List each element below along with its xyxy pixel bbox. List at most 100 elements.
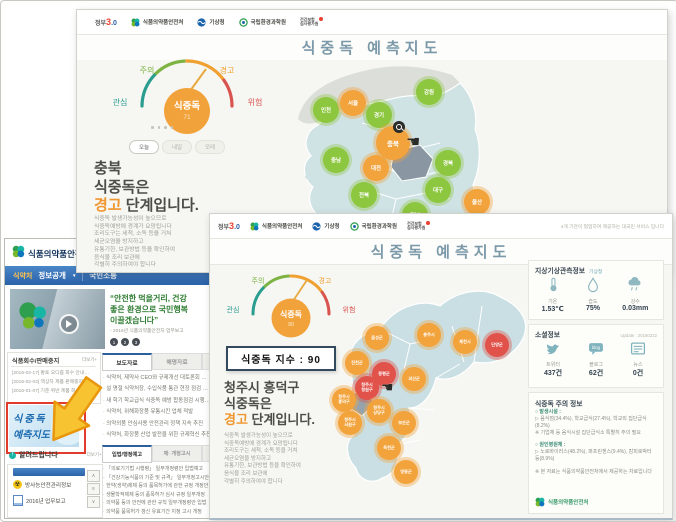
district-marker-yeongdong[interactable]: 영동군 (394, 460, 418, 484)
mfds-logo[interactable]: 식품의약품안전처 (250, 222, 302, 231)
nier-logo[interactable]: 국립환경과학원 (239, 18, 286, 27)
notice-banner-sliver[interactable] (13, 468, 85, 476)
region-marker-chungnam[interactable]: 충남 (323, 147, 349, 173)
district-marker-cheongwon[interactable]: 청주시 청원구 (355, 376, 379, 400)
carousel-dots (151, 126, 173, 129)
social-twitter: 트위터 437건 (544, 341, 562, 378)
headline-region: 청주시 흥덕구 (224, 380, 315, 396)
video-thumbnail[interactable] (10, 289, 105, 349)
document-icon (13, 495, 23, 506)
building-logo-icon (16, 299, 50, 333)
play-button[interactable] (59, 314, 79, 334)
news-item[interactable]: 의약외품 안심사용 안전관리 정책 지속 추진 (103, 419, 211, 430)
tab-clarifications[interactable]: 해명자료 (152, 353, 202, 370)
tab-today[interactable]: 오늘 (129, 140, 159, 154)
law-item[interactable]: 한약(생약)제제 등의 품목허가에 관한 규정 개정안 (103, 482, 211, 491)
recall-title: 식품회수/판매중지 (12, 356, 59, 365)
hira-logo[interactable]: 건강보험심사평가원 (300, 18, 323, 27)
region-marker-seoul[interactable]: 서울 (340, 90, 366, 116)
gauge-label-caution: 주의 (252, 276, 265, 285)
headline-subject: 식중독은 (94, 179, 199, 198)
news-item[interactable]: 식약처, 화장품 산업 발전을 위한 규제혁신 추진 (103, 430, 211, 441)
gov30-logo[interactable]: 정부3.0 (218, 221, 240, 231)
district-marker-seowon[interactable]: 청주시 서원구 (338, 411, 362, 435)
notice-item[interactable]: 방사능안전관리정보 (25, 481, 71, 489)
nav-item-info[interactable]: 정보공개 (38, 270, 66, 281)
region-marker-chungbuk-selected[interactable]: 충북 (376, 126, 410, 160)
law-item[interactable]: 생물학적제제 등의 품목허가 심사 규정 일부개정 (103, 491, 211, 500)
district-marker-heungdeok[interactable]: 청주시 흥덕구 (332, 388, 356, 412)
radiation-icon: ☢ (13, 480, 22, 489)
gauge-label-interest: 관심 (113, 97, 128, 107)
news-item[interactable]: 식약처, 위해화장품 유통시킨 업체 적발 (103, 407, 211, 418)
district-marker-jincheon[interactable]: 진천군 (345, 351, 369, 375)
district-marker-okcheon[interactable]: 옥천군 (377, 436, 401, 460)
description-line: 유통기한, 보관방법 등을 확인하여 (94, 247, 175, 255)
notice-more-link[interactable]: 더보기+ (87, 452, 102, 458)
region-marker-incheon[interactable]: 인천 (313, 97, 339, 123)
carousel-down-button[interactable]: ∨ (87, 496, 100, 508)
social-update-timestamp: Update : 20160222 (620, 333, 657, 338)
forecast-map-window-district: 정부3.0 식품의약품안전처 기상청 국립환경과학원 건강보험심사평가원 4개 … (209, 213, 673, 520)
carousel-up-button[interactable]: ∧ (87, 470, 100, 482)
law-item[interactable]: 의약품 등의 안전에 관한 규칙 일부개정령안 입법 (103, 499, 211, 508)
quote-source: - 2016년 식품의약품안전처 업무보고 (110, 327, 184, 334)
description-line: 식중독 발생가능성이 높으므로 (224, 433, 301, 441)
day-tabs: 오늘 내일 모레 (129, 140, 225, 154)
headline-region: 충북 (94, 160, 199, 179)
district-marker-jecheon[interactable]: 제천시 (453, 330, 477, 354)
pagination-dot-1[interactable]: 1 (110, 338, 118, 346)
district-marker-chungju[interactable]: 충주시 (417, 323, 441, 347)
kma-logo[interactable]: 기상청 (197, 18, 224, 27)
nier-circle-icon (350, 222, 359, 231)
gauge-badge-label: 식중독 (174, 100, 200, 112)
tab-tomorrow[interactable]: 내일 (162, 140, 192, 154)
droplet-icon (585, 276, 601, 293)
region-marker-jeonbuk[interactable]: 전북 (351, 182, 377, 208)
quote-line: “안전한 먹을거리, 건강 (110, 293, 187, 304)
thermometer-icon (545, 276, 561, 293)
tab-legislation-notice[interactable]: 입법/행정예고 (102, 445, 152, 463)
region-marker-gyeonggi[interactable]: 경기 (366, 102, 392, 128)
kma-wave-icon (312, 222, 321, 231)
gov30-logo[interactable]: 정부3.0 (95, 17, 117, 27)
hira-red-dot (319, 17, 323, 21)
law-item[interactable]: 「건강기능식품의 기준 및 규격」 일부개정고시안 (103, 474, 211, 483)
notice-item[interactable]: 2016년 업무보고 (26, 497, 66, 505)
region-marker-daejeon[interactable]: 대전 (363, 155, 389, 181)
clover-icon (535, 497, 545, 507)
tab-revision-notice[interactable]: 제· 개정고시 (152, 445, 202, 462)
news-item[interactable]: 설 명절 식약처장, 수입식품 통관 현장 점검 실시 (103, 384, 211, 395)
kma-logo[interactable]: 기상청 (312, 222, 339, 231)
nier-logo[interactable]: 국립환경과학원 (350, 222, 397, 231)
gauge-label-caution: 주의 (140, 65, 155, 75)
pagination-dot-2[interactable]: 2 (121, 338, 129, 346)
gauge-badge-value: 71 (183, 114, 191, 121)
social-card-title: 소셜정보 (535, 329, 560, 339)
district-marker-boeun[interactable]: 보은군 (392, 411, 416, 435)
carousel-pause-button[interactable]: ≡ (87, 483, 100, 495)
mfds-logo[interactable]: 식품의약품안전처 (131, 18, 183, 27)
zoom-icon[interactable] (393, 121, 405, 133)
weather-rain: 강수 0.03mm (622, 276, 648, 313)
gauge-label-interest: 관심 (227, 305, 240, 314)
law-item[interactable]: 「의료기기법 시행령」 일부개정령안 입법예고 (103, 465, 211, 474)
hira-logo[interactable]: 건강보험심사평가원 (407, 222, 430, 231)
nav-item-highlight[interactable]: 식약처 (13, 271, 32, 281)
gauge-label-warning: 경고 (220, 65, 235, 75)
district-marker-goesan[interactable]: 괴산군 (402, 367, 426, 391)
tab-press-releases[interactable]: 보도자료 (102, 353, 152, 371)
district-marker-sangdang[interactable]: 청주시 상당구 (367, 399, 391, 423)
news-item[interactable]: 새 학기 학교급식 식중독 예방 합동점검 시행계획 (103, 396, 211, 407)
news-item[interactable]: 식약처, 제약사 CEO와 규제개선 대토론회 개최 (103, 373, 211, 384)
district-marker-eumseong[interactable]: 음성군 (365, 326, 389, 350)
recall-more-link[interactable]: 더보기+ (82, 357, 97, 363)
region-marker-daegu[interactable]: 대구 (425, 177, 451, 203)
tab-day-after[interactable]: 모레 (195, 140, 225, 154)
district-marker-danyang[interactable]: 단양군 (485, 333, 509, 357)
region-marker-ulsan[interactable]: 울산 (464, 189, 490, 215)
pagination-dot-3[interactable]: 3 (132, 338, 140, 346)
region-marker-gyeongbuk[interactable]: 경북 (435, 150, 461, 176)
law-item[interactable]: 의약품 품목허가 갱신 유효기간 지정 고시 개정 (103, 508, 211, 517)
region-marker-gangwon[interactable]: 강원 (416, 79, 442, 105)
